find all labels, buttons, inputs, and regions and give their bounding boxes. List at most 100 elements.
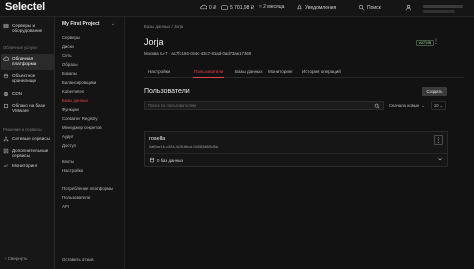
page-title: Jorja <box>144 37 164 47</box>
project-link-access[interactable]: Доступ <box>62 143 76 148</box>
chevron-down-icon[interactable] <box>437 156 443 162</box>
chevron-down-icon: ⌄ <box>439 103 444 108</box>
search-label: Поиск <box>367 4 381 11</box>
per-page-value: 10 <box>433 103 439 108</box>
user-icon <box>405 4 412 11</box>
sidebar-item-label: Объектное хранилище <box>12 73 37 84</box>
sort-dropdown[interactable]: Сначала новые ⌄ <box>389 101 429 110</box>
user-id: 0af0ae1b-c32d-4c3f-8bcd-04583d8f5d5a <box>149 145 218 149</box>
balance-value: 5 701,98 ₽ <box>230 4 255 11</box>
sidebar-item-label: Облачная платформа <box>12 56 37 67</box>
tab-settings[interactable]: Настройки <box>148 69 170 74</box>
users-search-input[interactable]: Поиск по пользователям <box>144 101 384 110</box>
sidebar-item-object-storage[interactable]: Объектное хранилище <box>3 73 53 84</box>
user-databases-toggle[interactable]: 0 баз данных <box>149 157 183 163</box>
project-link-settings[interactable]: Настройки <box>62 168 83 173</box>
plus-square-icon <box>3 148 9 154</box>
sidebar-item-network[interactable]: Сетевые сервисы <box>3 136 53 142</box>
balance-period: ≈ 2 месяца <box>259 4 284 10</box>
sidebar-item-label: Дополнительные сервисы <box>12 148 49 159</box>
search-button[interactable]: Поиск <box>358 4 381 11</box>
user-card: rosella 0af0ae1b-c32d-4c3f-8bcd-04583d8f… <box>144 131 448 167</box>
per-page-select[interactable]: 10 ⌄ <box>431 101 446 110</box>
search-icon <box>358 4 365 11</box>
project-link-balancers[interactable]: Балансировщики <box>62 80 96 85</box>
chevron-down-icon: ⌄ <box>421 103 425 108</box>
sidebar-section-services: Решения и сервисы <box>3 127 42 132</box>
global-sidebar: Серверы и оборудование Облачные услуги О… <box>0 17 55 269</box>
tab-databases[interactable]: Базы данных <box>235 69 263 74</box>
user-id-redacted <box>423 9 455 13</box>
main-balance[interactable]: 5 701,98 ₽ <box>221 4 254 11</box>
project-selector[interactable]: My First Project <box>62 21 100 27</box>
project-link-servers[interactable]: Серверы <box>62 35 80 40</box>
breadcrumb[interactable]: Базы данных / Jorja <box>144 24 183 29</box>
monitoring-icon <box>3 164 9 168</box>
notifications-button[interactable]: Уведомления <box>296 4 336 11</box>
sidebar-item-label: CDN <box>12 91 22 96</box>
period-text: ≈ 2 месяца <box>259 4 285 10</box>
sort-label: Сначала новые <box>389 103 420 108</box>
search-placeholder: Поиск по пользователям <box>148 103 196 108</box>
tab-users[interactable]: Пользователи <box>194 69 223 74</box>
project-link-audit[interactable]: Аудит <box>62 134 74 139</box>
main-content: Базы данных / Jorja Jorja Москва ru-7 · … <box>126 17 474 269</box>
tab-history[interactable]: История операций <box>302 69 341 74</box>
vmware-icon <box>3 103 9 109</box>
user-account-info[interactable] <box>423 2 469 15</box>
user-name: rosella <box>149 136 166 142</box>
top-bar: Selectel 0 ₽ 5 701,98 ₽ ≈ 2 месяца Уведо… <box>0 0 474 17</box>
project-link-users[interactable]: Пользователи <box>62 195 90 200</box>
project-link-kubernetes[interactable]: Kubernetes <box>62 89 84 94</box>
sidebar-item-cdn[interactable]: CDN <box>3 91 53 97</box>
sidebar-section-cloud: Облачные услуги <box>3 45 37 50</box>
more-options-icon[interactable]: ⋮ <box>433 38 439 45</box>
chevron-down-icon[interactable]: ⌄ <box>111 21 115 27</box>
section-title: Пользователи <box>144 88 190 95</box>
project-link-functions[interactable]: Функции <box>62 107 79 112</box>
project-link-quotas[interactable]: Квоты <box>62 159 74 164</box>
sidebar-item-monitoring[interactable]: Мониторинг <box>3 163 53 169</box>
selectel-logo[interactable]: Selectel <box>5 1 45 13</box>
user-actions-button[interactable]: ⋮ <box>434 135 443 145</box>
project-link-databases[interactable]: Базы данных <box>62 98 88 103</box>
database-count: 0 баз данных <box>157 157 184 163</box>
project-link-secrets[interactable]: Менеджер секретов <box>62 125 102 130</box>
project-link-api[interactable]: API <box>62 204 69 209</box>
collapse-sidebar-button[interactable]: ‹ Свернуть <box>5 256 28 261</box>
tab-monitoring[interactable]: Мониторинг <box>268 69 293 74</box>
database-icon <box>149 157 155 163</box>
user-email-redacted <box>423 4 463 8</box>
cloud-icon <box>200 4 207 10</box>
sidebar-item-cloud-platform[interactable]: Облачная платформа <box>3 56 53 67</box>
project-link-images[interactable]: Образы <box>62 62 78 67</box>
active-tab-indicator <box>193 77 224 78</box>
sidebar-item-servers[interactable]: Серверы и оборудование <box>3 23 53 34</box>
cloud-icon <box>3 56 9 61</box>
feedback-link[interactable]: Оставить отзыв <box>62 257 94 262</box>
sidebar-item-label: Сетевые сервисы <box>12 136 50 141</box>
cloud-balance: 0 ₽ <box>209 4 217 11</box>
create-user-button[interactable]: Создать <box>422 87 447 96</box>
sidebar-item-label: Облако на базе VMware <box>12 103 46 114</box>
storage-icon <box>3 73 9 79</box>
project-link-network[interactable]: Сеть <box>62 53 72 58</box>
sidebar-item-vmware[interactable]: Облако на базе VMware <box>3 103 53 114</box>
sidebar-item-extra-services[interactable]: Дополнительные сервисы <box>3 148 53 159</box>
user-menu[interactable] <box>405 4 412 11</box>
server-icon <box>3 23 9 29</box>
card-divider <box>145 153 447 154</box>
project-link-consumption[interactable]: Потребление платформы <box>62 186 113 191</box>
sidebar-item-label: Серверы и оборудование <box>12 23 43 34</box>
project-link-backups[interactable]: Бэкапы <box>62 71 77 76</box>
sidebar-item-label: Мониторинг <box>12 163 38 168</box>
tabs-bar: Настройки Пользователи Базы данных Монит… <box>144 68 464 78</box>
status-badge: АКТИВ <box>416 40 435 46</box>
balance-indicator[interactable]: 0 ₽ <box>200 4 216 11</box>
project-link-disks[interactable]: Диски <box>62 44 74 49</box>
bell-icon <box>297 5 302 10</box>
wallet-icon <box>221 5 228 10</box>
search-icon <box>374 103 380 109</box>
project-link-container-registry[interactable]: Container Registry <box>62 116 98 121</box>
network-icon <box>3 136 9 142</box>
